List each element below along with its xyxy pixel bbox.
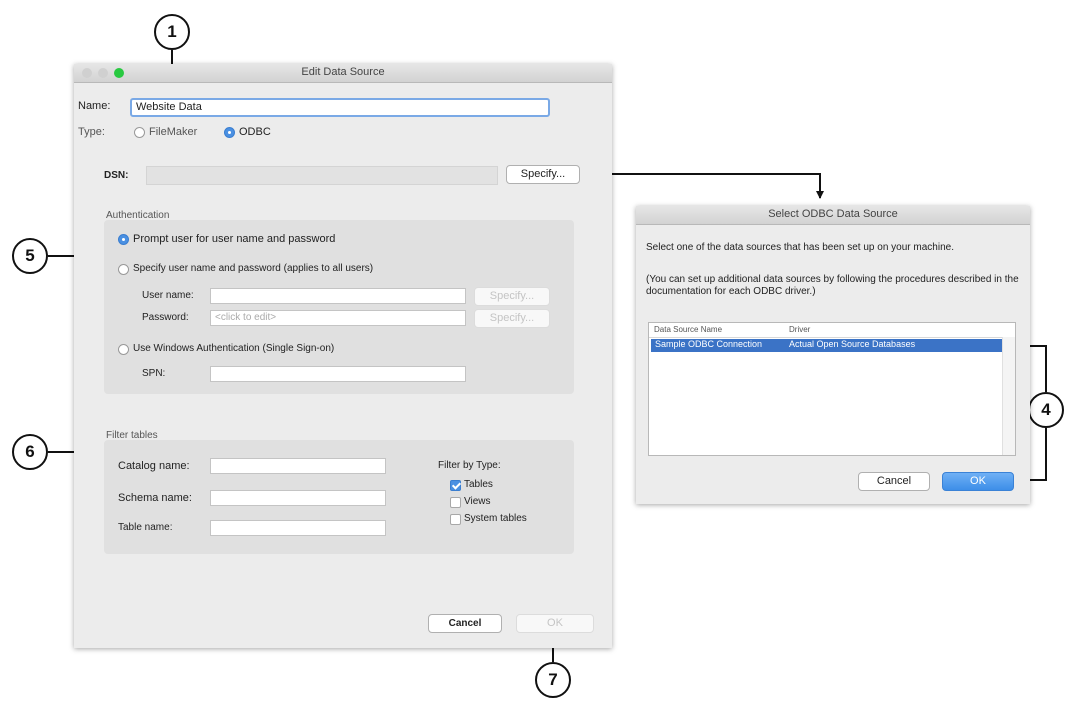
catalog-name-field[interactable]: [210, 458, 386, 474]
list-row[interactable]: Sample ODBC Connection Actual Open Sourc…: [651, 339, 1003, 352]
type-filemaker-radio[interactable]: [134, 127, 145, 138]
schema-name-field[interactable]: [210, 490, 386, 506]
filter-system-tables-checkbox[interactable]: [450, 514, 461, 525]
column-header-name[interactable]: Data Source Name: [654, 325, 722, 334]
select-ok-button[interactable]: OK: [942, 472, 1014, 491]
spn-field[interactable]: [210, 366, 466, 382]
password-field[interactable]: <click to edit>: [210, 310, 466, 326]
list-header: Data Source Name Driver: [649, 323, 1015, 338]
edit-window-titlebar: Edit Data Source: [74, 64, 612, 83]
user-name-field[interactable]: [210, 288, 466, 304]
password-specify-button[interactable]: Specify...: [474, 309, 550, 328]
name-field[interactable]: Website Data: [130, 98, 550, 117]
edit-window-title: Edit Data Source: [301, 66, 385, 78]
callout-4: 4: [1028, 392, 1064, 428]
filter-tables-label: Tables: [464, 479, 493, 490]
table-name-field[interactable]: [210, 520, 386, 536]
select-cancel-button[interactable]: Cancel: [858, 472, 930, 491]
auth-prompt-label: Prompt user for user name and password: [133, 233, 336, 245]
list-scrollbar[interactable]: [1002, 337, 1015, 455]
arrow-3-to-dialog: [585, 173, 824, 199]
user-name-specify-button[interactable]: Specify...: [474, 287, 550, 306]
schema-name-label: Schema name:: [118, 492, 192, 504]
dsn-label: DSN:: [104, 170, 129, 181]
row-driver: Actual Open Source Databases: [789, 339, 916, 349]
dsn-field: [146, 166, 498, 185]
type-filemaker-label: FileMaker: [149, 126, 198, 138]
auth-prompt-radio[interactable]: [118, 234, 129, 245]
callout-6: 6: [12, 434, 48, 470]
row-name: Sample ODBC Connection: [655, 339, 763, 349]
filter-by-type-label: Filter by Type:: [438, 460, 501, 471]
column-header-driver[interactable]: Driver: [789, 325, 810, 334]
type-odbc-label: ODBC: [239, 126, 271, 138]
auth-specify-label: Specify user name and password (applies …: [133, 263, 374, 274]
type-label: Type:: [78, 126, 105, 138]
auth-group: Prompt user for user name and password S…: [104, 220, 574, 394]
callout-1: 1: [154, 14, 190, 50]
select-desc-2: (You can set up additional data sources …: [646, 274, 1019, 297]
filter-group: Catalog name: Schema name: Table name: F…: [104, 440, 574, 554]
password-label: Password:: [142, 312, 189, 323]
callout-7: 7: [535, 662, 571, 698]
edit-data-source-window: Edit Data Source Name: Website Data Type…: [74, 64, 612, 648]
type-odbc-radio[interactable]: [224, 127, 235, 138]
name-label: Name:: [78, 100, 111, 112]
callout-5: 5: [12, 238, 48, 274]
filter-views-label: Views: [464, 496, 491, 507]
auth-windows-radio[interactable]: [118, 344, 129, 355]
table-name-label: Table name:: [118, 522, 173, 533]
select-odbc-window: Select ODBC Data Source Select one of th…: [636, 206, 1030, 504]
ok-button[interactable]: OK: [516, 614, 594, 633]
select-window-title: Select ODBC Data Source: [768, 208, 898, 220]
filter-views-checkbox[interactable]: [450, 497, 461, 508]
user-name-label: User name:: [142, 290, 194, 301]
data-source-list[interactable]: Data Source Name Driver Sample ODBC Conn…: [648, 322, 1016, 456]
catalog-name-label: Catalog name:: [118, 460, 190, 472]
cancel-button[interactable]: Cancel: [428, 614, 502, 633]
auth-windows-label: Use Windows Authentication (Single Sign-…: [133, 343, 335, 354]
filter-tables-checkbox[interactable]: [450, 480, 461, 491]
auth-specify-radio[interactable]: [118, 264, 129, 275]
specify-dsn-button[interactable]: Specify...: [506, 165, 580, 184]
spn-label: SPN:: [142, 368, 166, 379]
select-window-titlebar: Select ODBC Data Source: [636, 206, 1030, 225]
filter-system-tables-label: System tables: [464, 513, 527, 524]
select-desc-1: Select one of the data sources that has …: [646, 242, 954, 253]
